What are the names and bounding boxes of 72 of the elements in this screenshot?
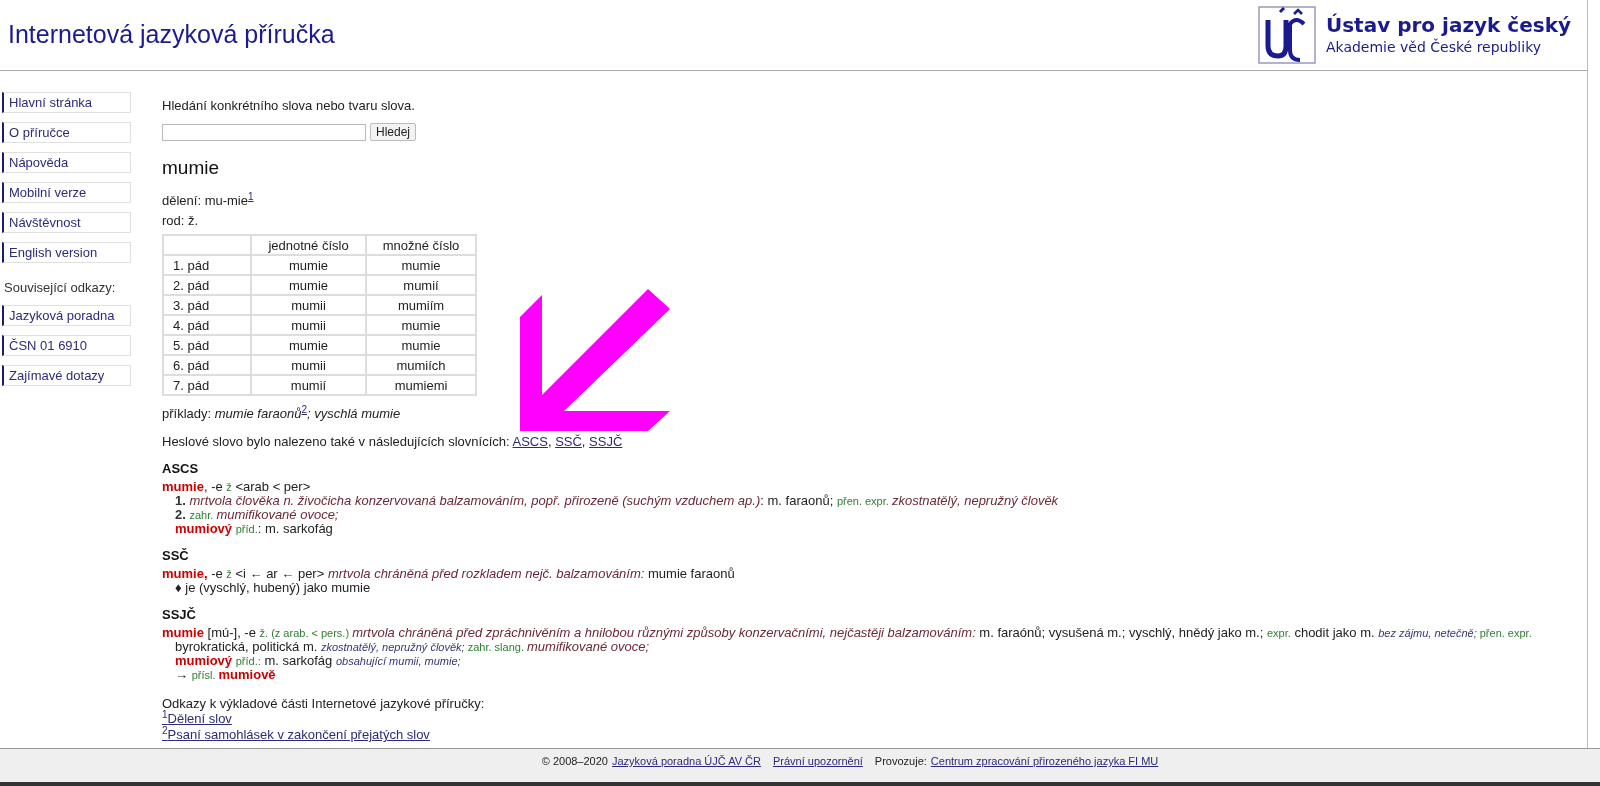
dictionary-heading: SSČ [162,548,190,564]
entry-line: ♦ je (vyschlý, hubený) jako mumie [174,581,372,595]
footer-link[interactable]: Právní upozornění [772,753,863,782]
dictionary-link[interactable]: SSČ [555,434,582,449]
footer-text: Provozuje: [874,754,927,769]
table-cell: mumie [251,275,367,295]
sidebar-link[interactable]: ČSN 01 6910 [2,334,131,356]
dictionary-heading: ASCS [162,461,200,477]
found-in-text: Heslové slovo bylo nalezeno také v následujících slovnících: ASCS, SSČ, SSJČ [162,434,623,449]
division-text: dělení: mu-mie [162,193,248,208]
table-cell: mumie [366,315,476,335]
sidebar-link[interactable]: Mobilní verze [2,182,131,203]
sidebar-link[interactable]: Hlavní stránka [2,92,131,113]
sidebar-link[interactable]: Nápověda [2,152,131,173]
table-cell: mumii [251,295,367,315]
table-cell: mumii [251,315,367,335]
footer-link[interactable]: Centrum zpracování přirozeného jazyka FI MU [930,753,1159,782]
table-cell: mumie [251,335,367,355]
case-cell: 3. pád [163,295,251,315]
case-cell: 5. pád [163,335,251,355]
entry-line: byrokratická, politická m. zkostnatělý, nepružný člověk; zahr. slang. mumifikované ovoce; [174,640,650,654]
table-cell: mumiím [366,295,476,315]
reference-link[interactable]: $^{2}$Psaní samohlásek v zakončení přejatých slov [162,727,430,743]
logo-icon [1257,6,1316,64]
case-cell: 1. pád [163,255,251,275]
table-cell: mumie [366,335,476,355]
headword-heading: mumie [162,157,220,179]
dictionary-heading: SSJČ [162,607,197,623]
sidebar-link[interactable]: English version [2,242,131,263]
search-field[interactable] [162,123,366,141]
table-cell: mumii [251,355,367,375]
footnote-link[interactable]: 2 [301,404,308,416]
arrow-icon [520,289,670,431]
entry-line: → přísl. mumiově [174,668,277,682]
entry-line: mumiový příd.: m. sarkofág obsahující mumii, mumie; [174,654,462,668]
table-cell: mumiích [366,355,476,375]
entry-line: 2. zahr. mumifikované ovoce; [174,508,340,522]
case-cell: 7. pád [163,375,251,395]
table-cell: mumie [251,255,367,275]
footer-link[interactable]: Jazyková poradna ÚJČ AV ČR [611,753,761,782]
search-button[interactable]: Hledej [370,123,417,141]
dictionary-link[interactable]: ASCS [512,434,548,449]
case-cell: 6. pád [163,355,251,375]
table-cell: mumiemi [366,375,476,395]
column-header: množné číslo [366,235,476,255]
table-cell: mumií [251,375,367,395]
references-heading: Odkazy k výkladové části Internetové jazykové příručky: [162,696,485,711]
examples-text: příklady: mumie faraonů$^{2}$; vyschlá mumie [162,406,401,421]
sidebar-link[interactable]: Zajímavé dotazy [2,364,131,386]
sidebar-link[interactable]: Jazyková poradna [2,304,131,326]
site-title[interactable]: Internetová jazyková příručka [8,16,335,54]
gender-text: rod: ž. [162,213,200,228]
footnote-link[interactable]: 1 [248,191,254,203]
dictionary-link[interactable]: SSJČ [589,434,623,449]
column-header: jednotné číslo [251,235,367,255]
footer-text: © 2008–2020 [541,754,608,769]
sidebar-link[interactable]: O příručce [2,122,131,143]
institute-name: Ústav pro jazyk český [1325,13,1571,37]
entry-line: 1. mrtvola člověka n. živočicha konzervovaná balzamováním, popř. přirozeně (suchým vzduchem ap.): m. faraonů; přen. expr. zkostnatělý, nepružný člověk [174,494,1060,508]
related-heading: Související odkazy: [3,279,117,297]
academy-name: Akademie věd České republiky [1325,37,1543,57]
table-cell: mumií [366,275,476,295]
entry-line: mumie, -e ž <arab < per> [162,480,312,494]
table-cell: mumie [366,255,476,275]
reference-link[interactable]: $^{1}$Dělení slov [162,711,232,727]
entry-line: mumie, -e ž <i ← ar ← per> mrtvola chráněná před rozkladem nejč. balzamováním: mumie faraonů [162,567,736,581]
sidebar-link[interactable]: Návštěvnost [2,212,131,233]
search-intro: Hledání konkrétního slova nebo tvaru slova. [162,98,416,113]
entry-line: mumie [mú-], -e ž. (z arab. < pers.) mrtvola chráněná před zpráchnivěním a hnilobou různými způsoby konzervačními, nejčastěji balzamováním: m. faraónů; vysušená m.; vyschlý, hnědý jako m.; expr. chodit jako m. bez zájmu, netečně; přen. expr. [162,626,1533,640]
case-cell: 4. pád [163,315,251,335]
case-cell: 2. pád [163,275,251,295]
entry-line: mumiový příd.: m. sarkofág [174,522,334,536]
